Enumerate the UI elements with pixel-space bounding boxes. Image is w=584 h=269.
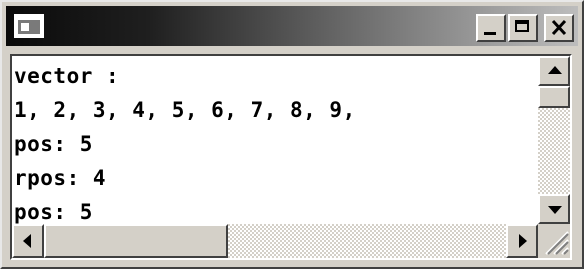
- scroll-left-button[interactable]: [12, 224, 44, 258]
- console-window: vector : 1, 2, 3, 4, 5, 6, 7, 8, 9, pos:…: [0, 0, 584, 269]
- console-output[interactable]: vector : 1, 2, 3, 4, 5, 6, 7, 8, 9, pos:…: [12, 56, 538, 224]
- console-line: vector :: [14, 64, 120, 88]
- maximize-button[interactable]: [508, 14, 538, 42]
- vertical-scroll-thumb[interactable]: [538, 86, 570, 108]
- horizontal-scrollbar[interactable]: [12, 224, 538, 258]
- console-line: pos: 5: [14, 132, 93, 156]
- resize-grip-icon: [545, 231, 569, 255]
- vertical-scrollbar[interactable]: [538, 56, 570, 224]
- title-bar[interactable]: [6, 6, 578, 46]
- maximize-icon: [515, 20, 529, 32]
- minimize-button[interactable]: [476, 14, 506, 42]
- resize-grip[interactable]: [538, 224, 570, 258]
- scroll-down-button[interactable]: [538, 194, 570, 224]
- scroll-up-button[interactable]: [538, 56, 570, 86]
- scroll-right-button[interactable]: [506, 224, 538, 258]
- close-button[interactable]: [544, 14, 574, 42]
- arrow-up-icon: [548, 66, 562, 74]
- arrow-down-icon: [548, 206, 562, 214]
- horizontal-scroll-thumb[interactable]: [44, 224, 228, 258]
- minimize-icon: [484, 32, 496, 35]
- console-client-area: vector : 1, 2, 3, 4, 5, 6, 7, 8, 9, pos:…: [10, 54, 572, 260]
- console-line: 1, 2, 3, 4, 5, 6, 7, 8, 9,: [14, 98, 356, 122]
- close-icon: [551, 19, 567, 36]
- console-app-icon[interactable]: [14, 14, 44, 38]
- console-line: rpos: 4: [14, 166, 107, 190]
- arrow-left-icon: [23, 234, 31, 248]
- arrow-right-icon: [519, 234, 527, 248]
- console-line: pos: 5: [14, 200, 93, 224]
